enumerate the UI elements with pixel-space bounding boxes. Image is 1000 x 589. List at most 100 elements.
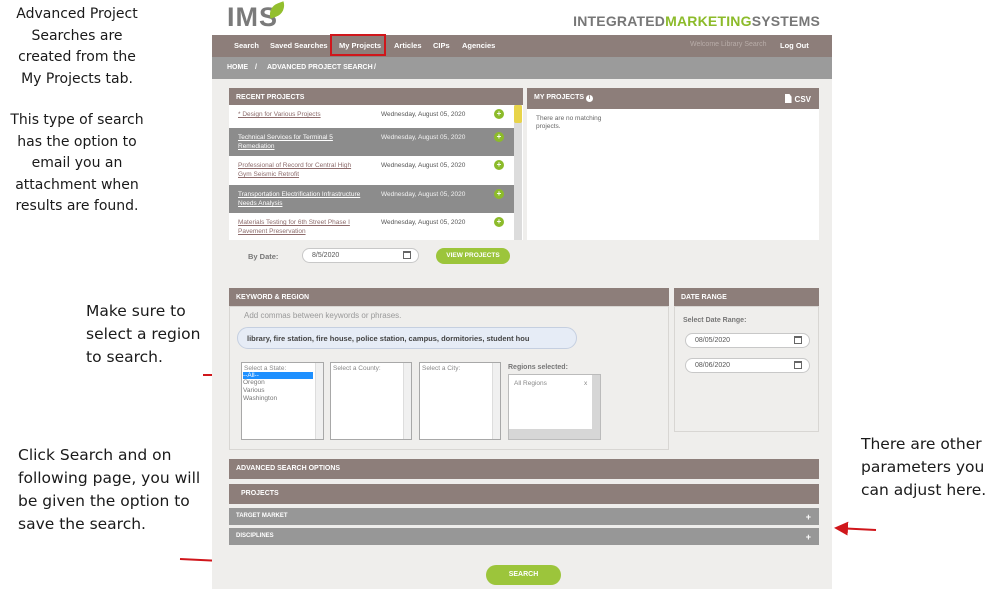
logout-link[interactable]: Log Out — [780, 41, 809, 50]
expand-icon[interactable]: + — [806, 532, 811, 542]
projects-section-header[interactable]: PROJECTS — [229, 484, 819, 504]
app-header: IMS INTEGRATEDMARKETINGSYSTEMS — [212, 0, 832, 35]
nav-search[interactable]: Search — [234, 41, 259, 50]
date-value: 08/05/2020 — [695, 337, 731, 344]
main-nav: Search Saved Searches My Projects Articl… — [212, 35, 832, 57]
date-range-header: DATE RANGE — [674, 288, 819, 306]
section-title: PROJECTS — [241, 490, 279, 497]
state-option[interactable]: Various — [243, 387, 265, 394]
scrollbar[interactable] — [509, 429, 600, 439]
breadcrumb: HOME / ADVANCED PROJECT SEARCH / — [212, 57, 832, 79]
project-link[interactable]: Technical Services for Terminal 5 Remedi… — [238, 133, 366, 151]
my-projects-panel: There are no matching projects. — [527, 109, 819, 240]
search-button[interactable]: SEARCH — [486, 565, 561, 585]
calendar-icon[interactable] — [794, 361, 802, 369]
target-market-accordion[interactable]: TARGET MARKET + — [229, 508, 819, 525]
state-option[interactable]: Washington — [243, 395, 277, 402]
my-projects-highlight — [330, 34, 386, 56]
info-icon[interactable]: i — [586, 95, 594, 102]
date-range-label: Select Date Range: — [683, 317, 747, 324]
scrollbar[interactable] — [403, 363, 411, 439]
accordion-title: DISCIPLINES — [236, 533, 274, 539]
view-projects-button[interactable]: VIEW PROJECTS — [436, 248, 510, 264]
end-date-input[interactable]: 08/06/2020 — [685, 358, 810, 373]
add-project-icon[interactable]: + — [494, 160, 504, 170]
recent-projects-list: * Design for Various Projects Wednesday,… — [229, 105, 523, 240]
add-project-icon[interactable]: + — [494, 189, 504, 199]
recent-project-row[interactable]: Technical Services for Terminal 5 Remedi… — [229, 128, 515, 156]
document-icon — [784, 94, 792, 103]
accordion-title: TARGET MARKET — [236, 513, 288, 519]
by-date-label: By Date: — [248, 252, 279, 261]
project-date: Wednesday, August 05, 2020 — [381, 162, 466, 169]
keyword-hint: Add commas between keywords or phrases. — [244, 311, 402, 320]
add-project-icon[interactable]: + — [494, 109, 504, 119]
recent-project-row[interactable]: Professional of Record for Central High … — [229, 156, 515, 184]
project-link[interactable]: Professional of Record for Central High … — [238, 161, 366, 179]
remove-region-icon[interactable]: x — [584, 380, 587, 387]
calendar-icon[interactable] — [794, 336, 802, 344]
nav-articles[interactable]: Articles — [394, 41, 422, 50]
scrollbar[interactable] — [492, 363, 500, 439]
brand-part: INTEGRATED — [573, 13, 666, 29]
add-project-icon[interactable]: + — [494, 132, 504, 142]
expand-icon[interactable]: + — [806, 512, 811, 522]
calendar-icon[interactable] — [403, 251, 411, 259]
nav-agencies[interactable]: Agencies — [462, 41, 495, 50]
selected-region: All Regions — [514, 380, 547, 387]
brand-name: INTEGRATEDMARKETINGSYSTEMS — [573, 13, 820, 29]
start-date-input[interactable]: 08/05/2020 — [685, 333, 810, 348]
empty-message: There are no matching projects. — [536, 115, 602, 130]
state-select[interactable]: Select a State: --All-- Oregon Various W… — [241, 362, 324, 440]
breadcrumb-home[interactable]: HOME — [227, 64, 248, 71]
recent-projects-scrollbar[interactable] — [514, 105, 522, 240]
project-date: Wednesday, August 05, 2020 — [381, 191, 466, 198]
state-option[interactable]: Oregon — [243, 379, 265, 386]
keyword-input[interactable]: library, fire station, fire house, polic… — [237, 327, 577, 349]
scrollbar[interactable] — [592, 375, 600, 429]
scrollbar-thumb[interactable] — [514, 105, 522, 123]
section-title: ADVANCED SEARCH OPTIONS — [236, 465, 341, 472]
city-select[interactable]: Select a City: — [419, 362, 501, 440]
state-placeholder: Select a State: — [244, 365, 287, 372]
city-placeholder: Select a City: — [422, 365, 461, 372]
csv-label: CSV — [794, 95, 811, 104]
welcome-text: Welcome Library Search — [690, 41, 767, 48]
project-link[interactable]: Transportation Electrification Infrastru… — [238, 190, 366, 208]
breadcrumb-separator: / — [255, 64, 257, 71]
recent-project-row[interactable]: Materials Testing for 6th Street Phase I… — [229, 213, 515, 240]
project-date: Wednesday, August 05, 2020 — [381, 111, 466, 118]
project-date: Wednesday, August 05, 2020 — [381, 134, 466, 141]
by-date-input[interactable]: 8/5/2020 — [302, 248, 419, 263]
date-value: 08/06/2020 — [695, 362, 731, 369]
keyword-region-header: KEYWORD & REGION — [229, 288, 669, 306]
project-date: Wednesday, August 05, 2020 — [381, 219, 466, 226]
recent-project-row[interactable]: Transportation Electrification Infrastru… — [229, 185, 515, 213]
panel-title: MY PROJECTS — [534, 94, 585, 101]
scrollbar[interactable] — [315, 363, 323, 439]
project-link[interactable]: Materials Testing for 6th Street Phase I… — [238, 218, 366, 236]
breadcrumb-separator: / — [374, 64, 376, 71]
nav-cips[interactable]: CIPs — [433, 41, 450, 50]
county-placeholder: Select a County: — [333, 365, 381, 372]
brand-part: MARKETING — [665, 13, 752, 29]
add-project-icon[interactable]: + — [494, 217, 504, 227]
regions-selected-label: Regions selected: — [508, 364, 568, 371]
county-select[interactable]: Select a County: — [330, 362, 412, 440]
state-option[interactable]: --All-- — [243, 372, 313, 379]
project-link[interactable]: * Design for Various Projects — [238, 110, 366, 119]
arrow-to-advanced-options — [834, 521, 877, 536]
csv-export-button[interactable]: CSV — [784, 94, 811, 104]
advanced-search-options-header[interactable]: ADVANCED SEARCH OPTIONS — [229, 459, 819, 479]
panel-title: DATE RANGE — [681, 294, 727, 301]
brand-part: SYSTEMS — [751, 13, 820, 29]
panel-title: KEYWORD & REGION — [236, 294, 310, 301]
recent-projects-header: RECENT PROJECTS — [229, 88, 523, 106]
ims-app-window: IMS INTEGRATEDMARKETINGSYSTEMS Search Sa… — [212, 0, 832, 589]
my-projects-header: MY PROJECTS i CSV — [527, 88, 819, 109]
date-value: 8/5/2020 — [312, 252, 340, 259]
breadcrumb-current: ADVANCED PROJECT SEARCH — [267, 64, 373, 71]
nav-saved-searches[interactable]: Saved Searches — [270, 41, 328, 50]
panel-title: RECENT PROJECTS — [236, 94, 305, 101]
disciplines-accordion[interactable]: DISCIPLINES + — [229, 528, 819, 545]
